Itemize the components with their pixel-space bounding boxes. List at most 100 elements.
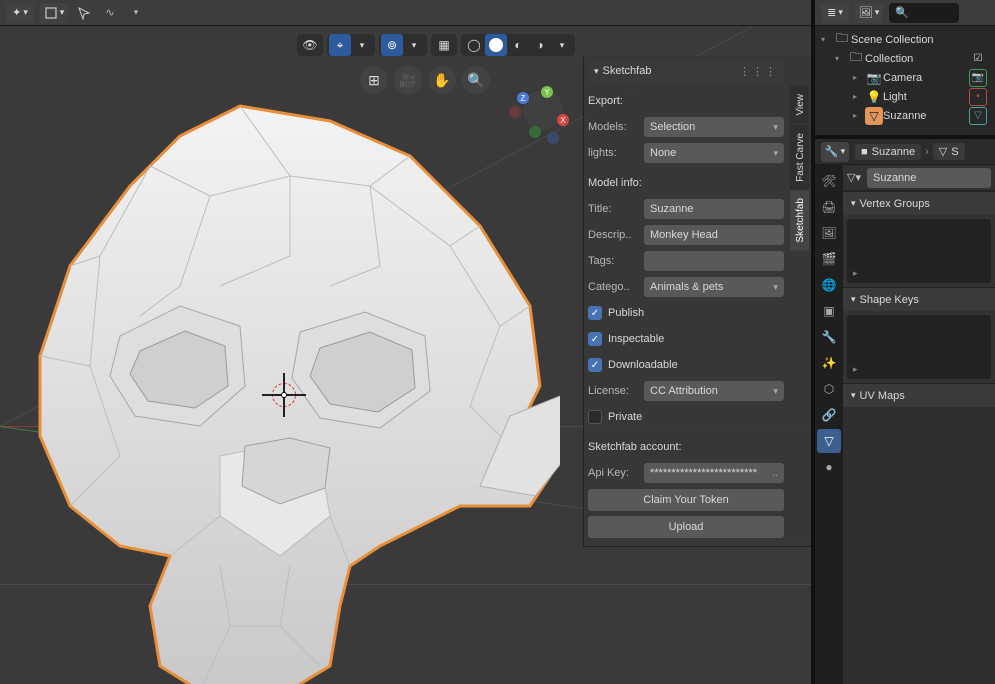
private-label: Private	[608, 411, 642, 423]
category-label: Catego..	[588, 281, 640, 293]
data-name-input[interactable]: Suzanne	[867, 168, 991, 188]
panel-title: Sketchfab	[603, 65, 652, 77]
3d-viewport[interactable]: 👁 ⌖ ▾ ⊚ ▾ ▦ ◯ ◐ ◑ ▾	[0, 26, 811, 684]
ptab-material[interactable]: ●	[817, 455, 841, 479]
data-icon: ▽▾	[847, 171, 861, 184]
outliner-item-suzanne[interactable]: ▸ ▽ Suzanne ▽	[821, 106, 991, 125]
description-input[interactable]: Monkey Head	[644, 225, 784, 245]
ptab-output[interactable]: 🖨	[817, 195, 841, 219]
inspectable-label: Inspectable	[608, 333, 664, 345]
publish-checkbox-row[interactable]: Publish	[588, 302, 784, 324]
nav-zoom-icon[interactable]: ⊞	[360, 66, 388, 94]
gizmo-dropdown[interactable]: ▾	[351, 34, 373, 56]
caret-icon[interactable]: ▾	[126, 3, 146, 23]
lights-label: lights:	[588, 147, 640, 159]
ptab-data[interactable]: ▽	[817, 429, 841, 453]
claim-token-button[interactable]: Claim Your Token	[588, 489, 784, 511]
publish-checkbox[interactable]	[588, 306, 602, 320]
outliner: ▾ 🗀 Scene Collection ▾ 🗀 Collection ☑ ▸ …	[815, 26, 995, 139]
ptab-constraints[interactable]: 🔗	[817, 403, 841, 427]
lights-dropdown[interactable]: None	[644, 143, 784, 163]
inspectable-checkbox-row[interactable]: Inspectable	[588, 328, 784, 350]
properties-editor-type[interactable]: 🔧	[821, 142, 849, 162]
vertex-groups-list[interactable]: ▸	[847, 219, 991, 283]
section-vertex-groups[interactable]: Vertex Groups	[843, 191, 995, 215]
3d-cursor	[270, 381, 298, 409]
models-dropdown[interactable]: Selection	[644, 117, 784, 137]
ptab-object[interactable]: ▣	[817, 299, 841, 323]
shading-rendered[interactable]: ◑	[529, 34, 551, 56]
private-checkbox[interactable]	[588, 410, 602, 424]
outliner-search[interactable]: 🔍	[889, 3, 959, 23]
ptab-particles[interactable]: ✨	[817, 351, 841, 375]
outliner-scene-collection[interactable]: ▾ 🗀 Scene Collection	[821, 30, 991, 49]
private-checkbox-row[interactable]: Private	[588, 406, 784, 428]
title-label: Title:	[588, 203, 640, 215]
ptab-viewlayer[interactable]: 🖼	[817, 221, 841, 245]
shading-solid[interactable]	[485, 34, 507, 56]
breadcrumb-object[interactable]: ■ Suzanne	[855, 144, 921, 160]
shape-keys-list[interactable]: ▸	[847, 315, 991, 379]
category-dropdown[interactable]: Animals & pets	[644, 277, 784, 297]
properties-tabs: 🛠 🖨 🖼 🎬 🌐 ▣ 🔧 ✨ ⬡ 🔗 ▽ ●	[815, 165, 843, 684]
title-input[interactable]: Suzanne	[644, 199, 784, 219]
export-section-label: Export:	[588, 90, 784, 112]
outliner-header: ≣ 🖼 🔍	[815, 0, 995, 26]
panel-header[interactable]: Sketchfab ⋮⋮⋮	[588, 60, 784, 82]
outliner-editor-type[interactable]: ≣	[821, 3, 849, 23]
apikey-input[interactable]: *************************	[644, 463, 784, 483]
section-uv-maps[interactable]: UV Maps	[843, 383, 995, 407]
npanel-tab-sketchfab[interactable]: Sketchfab	[790, 190, 809, 250]
nav-camera-icon[interactable]: 🎥	[394, 66, 422, 94]
models-label: Models:	[588, 121, 640, 133]
breadcrumb: ■ Suzanne › ▽ S	[855, 143, 989, 160]
viewport-header-left: ✦ ∿ ▾	[0, 0, 811, 26]
downloadable-checkbox-row[interactable]: Downloadable	[588, 354, 784, 376]
tags-label: Tags:	[588, 255, 640, 267]
ptab-world[interactable]: 🌐	[817, 273, 841, 297]
outliner-display-mode[interactable]: 🖼	[855, 3, 883, 23]
ptab-modifiers[interactable]: 🔧	[817, 325, 841, 349]
nav-pan-icon[interactable]: ✋	[428, 66, 456, 94]
properties-editor: 🛠 🖨 🖼 🎬 🌐 ▣ 🔧 ✨ ⬡ 🔗 ▽ ● ▽▾ Suzanne	[815, 165, 995, 684]
visibility-dropdown[interactable]: 👁	[299, 34, 321, 56]
license-label: License:	[588, 385, 640, 397]
xray-toggle[interactable]: ▦	[433, 34, 455, 56]
select-icon[interactable]	[74, 3, 94, 23]
shading-dropdown[interactable]: ▾	[551, 34, 573, 56]
tags-input[interactable]	[644, 251, 784, 271]
axis-gizmo[interactable]: Z Y X	[509, 76, 577, 144]
nav-zoom-in-icon[interactable]: 🔍	[462, 66, 490, 94]
overlay-dropdown[interactable]: ▾	[403, 34, 425, 56]
modelinfo-section-label: Model info:	[588, 172, 784, 194]
license-dropdown[interactable]: CC Attribution	[644, 381, 784, 401]
ptab-physics[interactable]: ⬡	[817, 377, 841, 401]
outliner-collection[interactable]: ▾ 🗀 Collection ☑	[821, 49, 991, 68]
apikey-label: Api Key:	[588, 467, 640, 479]
ptab-scene[interactable]: 🎬	[817, 247, 841, 271]
panel-menu-icon[interactable]: ⋮⋮⋮	[739, 65, 778, 78]
sidebar-panel: View Fast Carve Sketchfab Sketchfab ⋮⋮⋮ …	[583, 56, 811, 547]
viewport-nav-cluster: ⊞ 🎥 ✋ 🔍	[360, 66, 490, 94]
downloadable-label: Downloadable	[608, 359, 678, 371]
gizmo-toggle[interactable]: ⌖	[329, 34, 351, 56]
npanel-tab-view[interactable]: View	[790, 86, 809, 124]
shading-matprev[interactable]: ◐	[507, 34, 529, 56]
shading-wireframe[interactable]: ◯	[463, 34, 485, 56]
outliner-item-camera[interactable]: ▸ 📷 Camera 📷	[821, 68, 991, 87]
inspectable-checkbox[interactable]	[588, 332, 602, 346]
description-label: Descrip..	[588, 229, 640, 241]
data-name-row: ▽▾ Suzanne	[843, 165, 995, 191]
downloadable-checkbox[interactable]	[588, 358, 602, 372]
overlay-toggle[interactable]: ⊚	[381, 34, 403, 56]
section-shape-keys[interactable]: Shape Keys	[843, 287, 995, 311]
npanel-tab-fastcarve[interactable]: Fast Carve	[790, 125, 809, 190]
mode-dropdown[interactable]	[40, 3, 68, 23]
editor-type-dropdown[interactable]: ✦	[6, 3, 34, 23]
cursor-icon[interactable]: ∿	[100, 3, 120, 23]
breadcrumb-data[interactable]: ▽ S	[933, 143, 965, 160]
publish-label: Publish	[608, 307, 644, 319]
ptab-render[interactable]: 🛠	[817, 169, 841, 193]
outliner-item-light[interactable]: ▸ 💡 Light •	[821, 87, 991, 106]
upload-button[interactable]: Upload	[588, 516, 784, 538]
